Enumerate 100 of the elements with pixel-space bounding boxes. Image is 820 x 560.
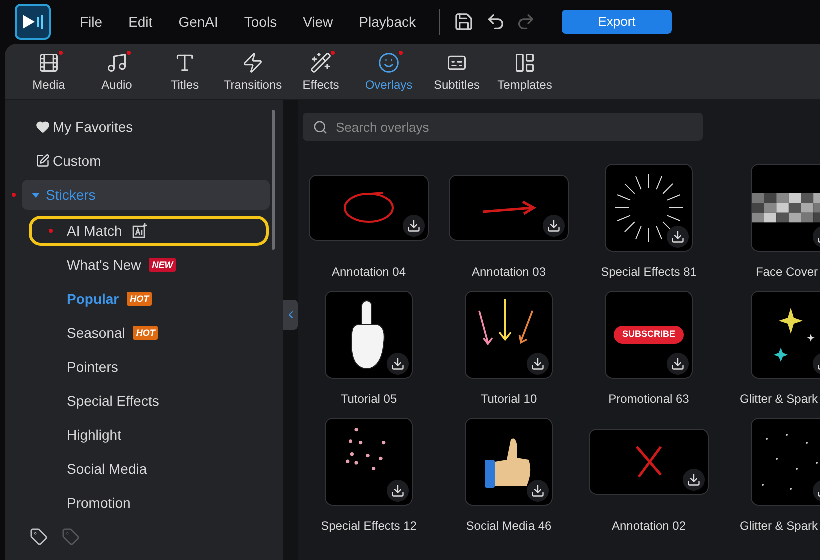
tab[interactable]: Transitions — [219, 52, 287, 94]
sidebar-item[interactable]: What's New NEW — [29, 250, 269, 280]
sidebar-item[interactable]: My Favorites — [5, 110, 283, 144]
menu-item[interactable]: File — [67, 12, 116, 32]
sticker-thumbnail[interactable] — [605, 164, 693, 252]
starfield-drawing — [761, 433, 820, 491]
burst-drawing — [613, 172, 685, 244]
arrows-drawing — [478, 298, 534, 346]
download-button[interactable] — [543, 215, 565, 237]
sticker-label: Glitter & Spark — [740, 391, 818, 408]
sticker-label: Annotation 03 — [472, 264, 546, 281]
sticker-label: Annotation 04 — [332, 264, 406, 281]
text-icon — [174, 52, 196, 74]
sticker-label: Face Cover — [756, 264, 818, 281]
hearts-drawing — [345, 426, 387, 472]
download-button[interactable] — [667, 353, 689, 375]
sidebar-item[interactable]: Special Effects — [29, 386, 269, 416]
download-icon — [671, 357, 685, 371]
sidebar-item[interactable]: Pointers — [29, 352, 269, 382]
sidebar-item[interactable]: Highlight — [29, 420, 269, 450]
badge: NEW — [149, 258, 176, 272]
sticker-label: Special Effects 81 — [601, 264, 697, 281]
download-icon — [391, 357, 405, 371]
add-tag-icon[interactable] — [30, 528, 48, 546]
menu-item[interactable]: View — [290, 12, 346, 32]
sidebar-item[interactable]: Seasonal HOT — [29, 318, 269, 348]
sticker-label: Annotation 02 — [612, 518, 686, 535]
menu-item[interactable]: Playback — [346, 12, 429, 32]
sidebar-label: Custom — [53, 152, 102, 170]
download-icon — [547, 219, 561, 233]
sticker-thumbnail[interactable] — [751, 418, 820, 506]
smiley-icon — [378, 52, 400, 74]
download-icon — [407, 219, 421, 233]
sticker-thumbnail[interactable] — [589, 429, 709, 495]
download-icon — [531, 484, 545, 498]
download-icon — [531, 357, 545, 371]
sticker-label: Tutorial 10 — [480, 391, 538, 408]
collapse-button[interactable] — [283, 300, 298, 330]
sticker-label: Glitter & Spark — [740, 518, 818, 535]
sidebar-item[interactable]: Popular HOT — [29, 284, 269, 314]
tab[interactable]: Media — [15, 52, 83, 94]
logo-icon — [21, 13, 45, 31]
heart-icon — [36, 120, 50, 134]
edit-icon — [36, 154, 50, 168]
sidebar-item[interactable]: AI Match — [29, 216, 269, 246]
music-note-icon — [106, 52, 128, 74]
sidebar-item[interactable]: Promotion — [29, 488, 269, 518]
menu-item[interactable]: GenAI — [166, 12, 232, 32]
menu-item[interactable]: Tools — [231, 12, 290, 32]
badge: HOT — [127, 292, 152, 306]
search-icon — [313, 120, 328, 135]
sticker-thumbnail[interactable] — [751, 291, 820, 379]
sticker-thumbnail[interactable] — [325, 291, 413, 379]
sticker-label: Special Effects 12 — [321, 518, 417, 535]
sticker-label: Tutorial 05 — [340, 391, 398, 408]
tab[interactable]: Audio — [83, 52, 151, 94]
sidebar-item[interactable]: Social Media — [29, 454, 269, 484]
app-logo[interactable] — [15, 4, 51, 40]
sidebar-item[interactable]: Custom — [5, 144, 283, 178]
sticker-label: Social Media 46 — [466, 518, 552, 535]
sticker-thumbnail[interactable] — [751, 164, 820, 252]
download-icon — [671, 230, 685, 244]
sidebar-label: My Favorites — [53, 118, 134, 137]
subscribe-sticker: SUBSCRIBE — [614, 326, 684, 344]
tab[interactable]: Subtitles — [423, 52, 491, 94]
sticker-thumbnail[interactable] — [465, 291, 553, 379]
download-button[interactable] — [527, 353, 549, 375]
pointing-hand-drawing — [351, 300, 387, 370]
caret-icon — [32, 191, 40, 199]
sticker-label: Promotional 63 — [608, 391, 690, 408]
download-button[interactable] — [667, 226, 689, 248]
download-icon — [687, 473, 701, 487]
sticker-thumbnail[interactable]: SUBSCRIBE — [605, 291, 693, 379]
search-field[interactable]: Search overlays — [303, 113, 703, 141]
download-button[interactable] — [403, 215, 425, 237]
tab[interactable]: Titles — [151, 52, 219, 94]
download-button[interactable] — [527, 480, 549, 502]
arrow-drawing — [482, 200, 536, 216]
download-button[interactable] — [387, 480, 409, 502]
scrollbar-thumb[interactable] — [272, 110, 275, 250]
tab[interactable]: Overlays — [355, 52, 423, 94]
export-button[interactable]: Export — [562, 10, 672, 34]
sticker-thumbnail[interactable] — [465, 418, 553, 506]
menu-item[interactable]: Edit — [116, 12, 166, 32]
lightning-icon — [242, 52, 264, 74]
circle-scribble-drawing — [343, 192, 395, 224]
save-icon[interactable] — [454, 12, 474, 32]
sticker-thumbnail[interactable] — [325, 418, 413, 506]
sticker-thumbnail[interactable] — [309, 175, 429, 241]
tab[interactable]: Effects — [287, 52, 355, 94]
undo-icon[interactable] — [486, 12, 506, 32]
layout-icon — [514, 52, 536, 74]
badge: HOT — [133, 326, 158, 340]
sparkles-drawing — [773, 307, 817, 363]
download-icon — [391, 484, 405, 498]
sticker-thumbnail[interactable] — [449, 175, 569, 241]
download-button[interactable] — [387, 353, 409, 375]
tab[interactable]: Templates — [491, 52, 559, 94]
film-icon — [38, 52, 60, 74]
download-button[interactable] — [683, 469, 705, 491]
